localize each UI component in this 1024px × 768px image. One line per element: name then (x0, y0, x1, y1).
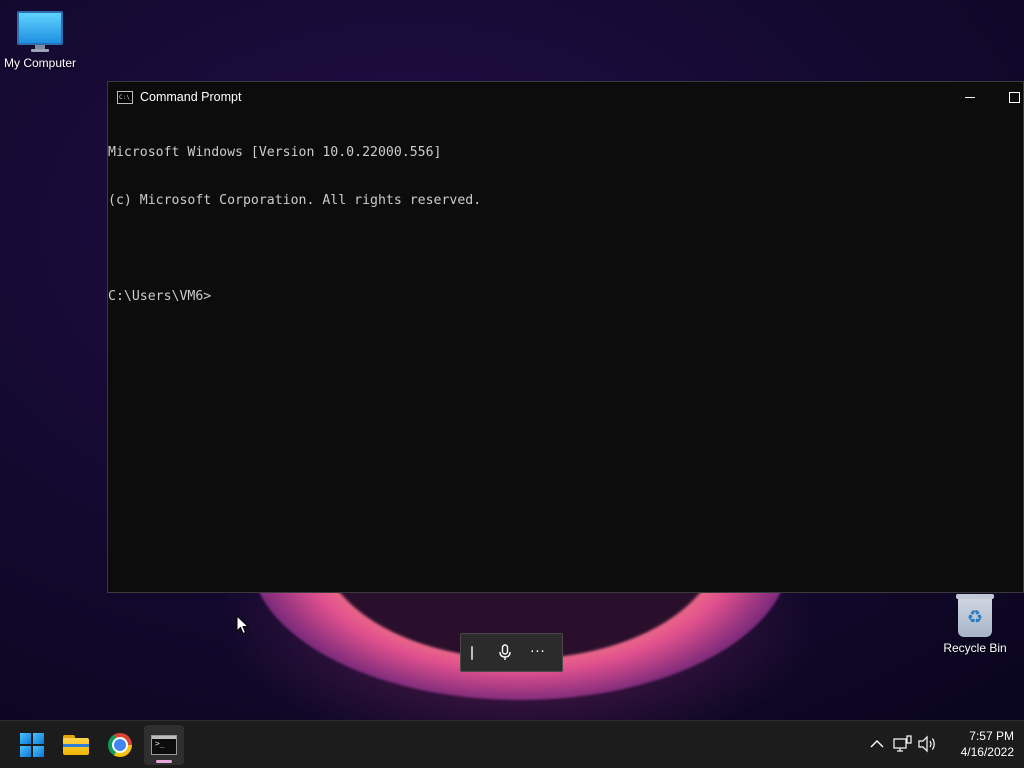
desktop-icon-label: My Computer (3, 56, 77, 70)
taskbar-file-explorer[interactable] (56, 725, 96, 765)
taskbar-clock[interactable]: 7:57 PM 4/16/2022 (944, 728, 1014, 760)
taskbar-chrome[interactable] (100, 725, 140, 765)
desktop: My Computer ♻ Recycle Bin Command Prompt… (0, 0, 1024, 768)
voice-typing-toolbar: ··· (460, 633, 563, 672)
taskbar: 7:57 PM 4/16/2022 (0, 720, 1024, 768)
start-button[interactable] (12, 725, 52, 765)
network-icon (893, 735, 912, 752)
recycle-bin-icon: ♻ (956, 594, 994, 637)
clock-time: 7:57 PM (969, 729, 1014, 743)
microphone-button[interactable] (487, 633, 523, 672)
console-line: Microsoft Windows [Version 10.0.22000.55… (108, 145, 442, 160)
minimize-icon (965, 96, 975, 98)
maximize-button[interactable] (991, 82, 1024, 112)
network-button[interactable] (892, 733, 914, 755)
console-line: (c) Microsoft Corporation. All rights re… (108, 193, 482, 208)
taskbar-command-prompt[interactable] (144, 725, 184, 765)
more-options-button[interactable]: ··· (523, 633, 553, 672)
chevron-up-icon (870, 740, 884, 748)
command-prompt-icon (117, 90, 133, 104)
windows-start-icon (20, 733, 44, 757)
speaker-icon (918, 735, 935, 753)
more-options-icon: ··· (530, 645, 546, 660)
window-titlebar[interactable]: Command Prompt (108, 82, 1023, 112)
console-prompt-line[interactable]: C:\Users\VM6> (108, 289, 1023, 305)
desktop-icon-recycle-bin[interactable]: ♻ Recycle Bin (935, 594, 1015, 655)
command-prompt-window[interactable]: Command Prompt Microsoft Windows [Versio… (107, 81, 1024, 593)
window-title: Command Prompt (140, 90, 242, 104)
monitor-icon (17, 11, 63, 49)
maximize-icon (1008, 91, 1020, 103)
desktop-icon-label: Recycle Bin (943, 641, 1007, 655)
console-output[interactable]: Microsoft Windows [Version 10.0.22000.55… (108, 112, 1023, 337)
drag-handle-icon[interactable] (471, 645, 473, 660)
active-app-indicator (156, 760, 172, 763)
mouse-cursor-icon (236, 615, 250, 635)
command-prompt-icon (151, 735, 177, 755)
show-hidden-icons-button[interactable] (866, 733, 888, 755)
file-explorer-icon (63, 735, 89, 755)
minimize-button[interactable] (947, 82, 993, 112)
chrome-icon (108, 733, 132, 757)
clock-date: 4/16/2022 (960, 745, 1014, 759)
desktop-icon-my-computer[interactable]: My Computer (0, 8, 80, 70)
volume-button[interactable] (916, 733, 938, 755)
microphone-icon (499, 643, 511, 660)
